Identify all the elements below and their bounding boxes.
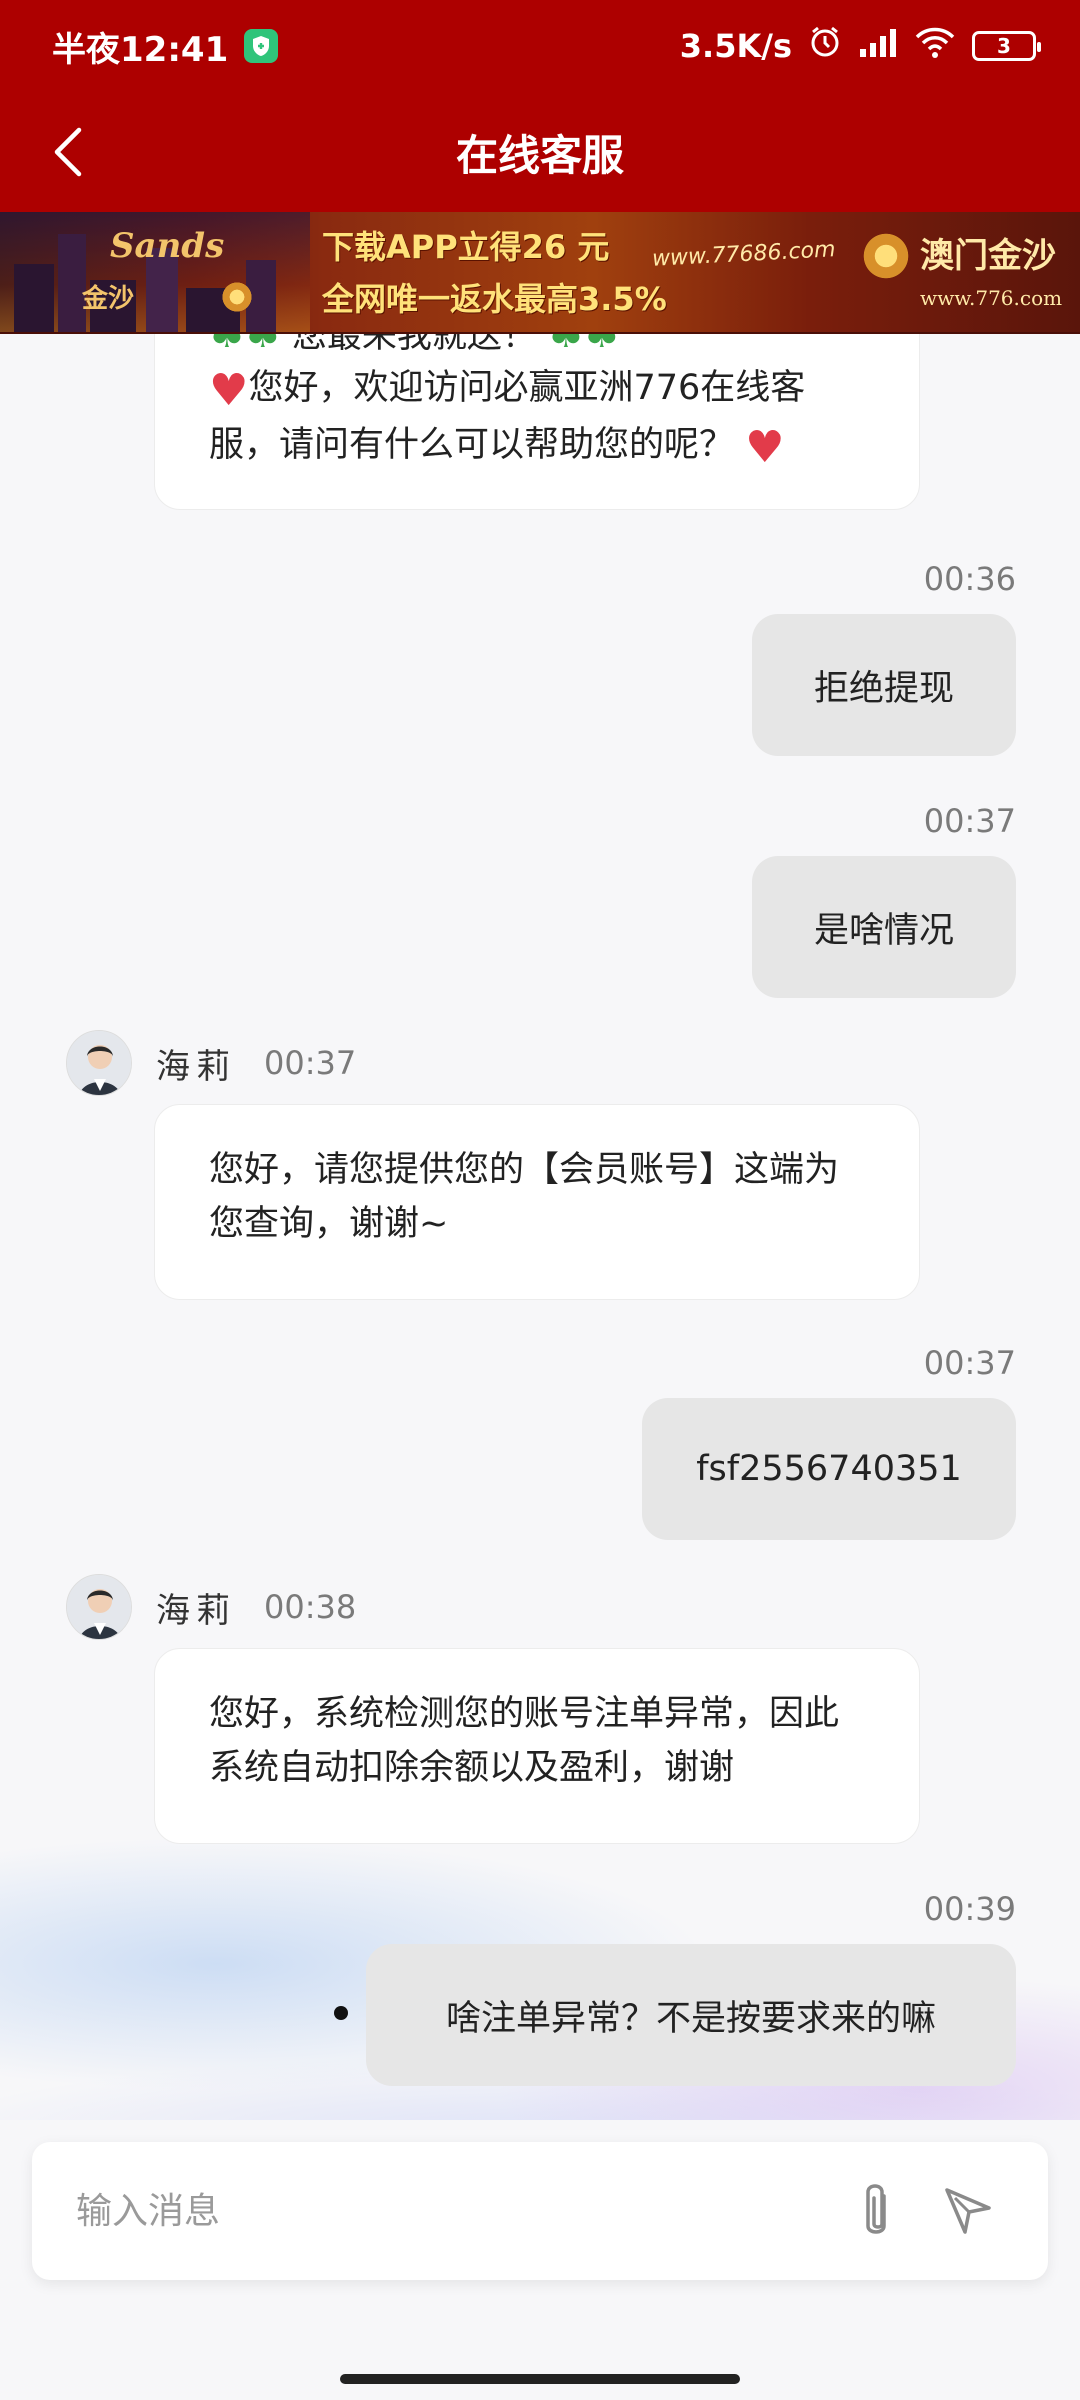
status-left: 半夜12:41 — [52, 22, 279, 71]
message-input-bar — [32, 2142, 1048, 2280]
app-bar: 在线客服 — [0, 92, 1080, 212]
agent-message: 您好，请您提供您的【会员账号】这端为您查询，谢谢~ — [154, 1104, 920, 1300]
agent-message: ♣♣ 您最来我就送！ ♣♣ ♥您好，欢迎访问必赢亚洲776在线客服，请问有什么可… — [154, 334, 920, 510]
message-text: 是啥情况 — [813, 910, 954, 951]
message-time: 00:37 — [923, 802, 1016, 840]
partial-line: ♣♣ 您最来我就送！ ♣♣ — [209, 334, 865, 361]
message-text: 拒绝提现 — [813, 668, 954, 709]
avatar — [66, 1574, 132, 1640]
message-time: 00:39 — [923, 1890, 1016, 1928]
banner-line-1: 下载APP立得26 元 — [322, 228, 610, 266]
net-speed: 3.5K/s — [679, 27, 792, 65]
agent-header: 海莉 00:37 — [66, 1028, 356, 1098]
status-time: 半夜12:41 — [52, 29, 229, 70]
heart-icon: ♥ — [209, 365, 249, 416]
agent-header: 海莉 00:38 — [66, 1572, 356, 1642]
jinsha-logo: 金沙 — [82, 284, 135, 314]
status-right: 3.5K/s 3 — [679, 25, 1041, 67]
battery-icon: 3 — [972, 31, 1041, 61]
message-text: ♥您好，欢迎访问必赢亚洲776在线客服，请问有什么可以帮助您的呢？ ♥ — [209, 365, 806, 473]
promo-banner[interactable]: Sands 金沙 下载APP立得26 元 全网唯一返水最高3.5% www.77… — [0, 212, 1080, 334]
signal-icon — [858, 25, 898, 67]
status-bar: 半夜12:41 3.5K/s 3 — [0, 0, 1080, 92]
message-time: 00:36 — [923, 560, 1016, 598]
home-indicator[interactable] — [340, 2374, 740, 2384]
wifi-icon — [914, 25, 956, 67]
message-input[interactable] — [76, 2190, 820, 2232]
sun-logo-icon — [220, 280, 254, 314]
right-brand-text: 澳门金沙 — [920, 236, 1056, 276]
right-brand-logo: 澳门金沙 www.776.com — [860, 224, 1070, 324]
alarm-icon — [808, 25, 842, 67]
message-time: 00:37 — [923, 1344, 1016, 1382]
clover-icon: ♣♣ — [209, 334, 281, 357]
battery-level: 3 — [997, 34, 1011, 58]
message-time: 00:37 — [264, 1044, 357, 1082]
agent-name: 海莉 — [156, 1590, 236, 1631]
sands-logo: Sands — [110, 226, 225, 266]
agent-name: 海莉 — [156, 1046, 236, 1087]
banner-line-2: 全网唯一返水最高3.5% — [322, 280, 667, 318]
paperclip-icon — [866, 2184, 886, 2234]
banner-url: www.77686.com — [651, 237, 837, 272]
sending-indicator — [334, 2006, 348, 2020]
right-brand-url: www.776.com — [920, 286, 1063, 310]
page-title: 在线客服 — [455, 130, 624, 180]
clover-icon: ♣♣ — [548, 334, 620, 357]
send-button[interactable] — [932, 2175, 1004, 2247]
avatar — [66, 1030, 132, 1096]
user-message: fsf2556740351 — [642, 1398, 1016, 1540]
message-time: 00:38 — [264, 1588, 357, 1626]
shield-icon — [244, 29, 279, 63]
message-text: 啥注单异常？不是按要求来的嘛 — [445, 1998, 936, 2039]
user-message: 是啥情况 — [752, 856, 1016, 998]
message-text: fsf2556740351 — [696, 1449, 962, 1489]
heart-icon: ♥ — [745, 422, 785, 473]
message-text: 您好，请您提供您的【会员账号】这端为您查询，谢谢~ — [209, 1150, 840, 1244]
user-message: 啥注单异常？不是按要求来的嘛 — [366, 1944, 1016, 2086]
send-icon — [945, 2188, 991, 2234]
chat-area[interactable]: ♣♣ 您最来我就送！ ♣♣ ♥您好，欢迎访问必赢亚洲776在线客服，请问有什么可… — [0, 334, 1080, 2120]
message-text: 您好，系统检测您的账号注单异常，因此系统自动扣除余额以及盈利，谢谢 — [209, 1694, 840, 1788]
agent-message: 您好，系统检测您的账号注单异常，因此系统自动扣除余额以及盈利，谢谢 — [154, 1648, 920, 1844]
attach-button[interactable] — [840, 2175, 912, 2247]
sun-logo-icon — [860, 230, 912, 282]
user-message: 拒绝提现 — [752, 614, 1016, 756]
